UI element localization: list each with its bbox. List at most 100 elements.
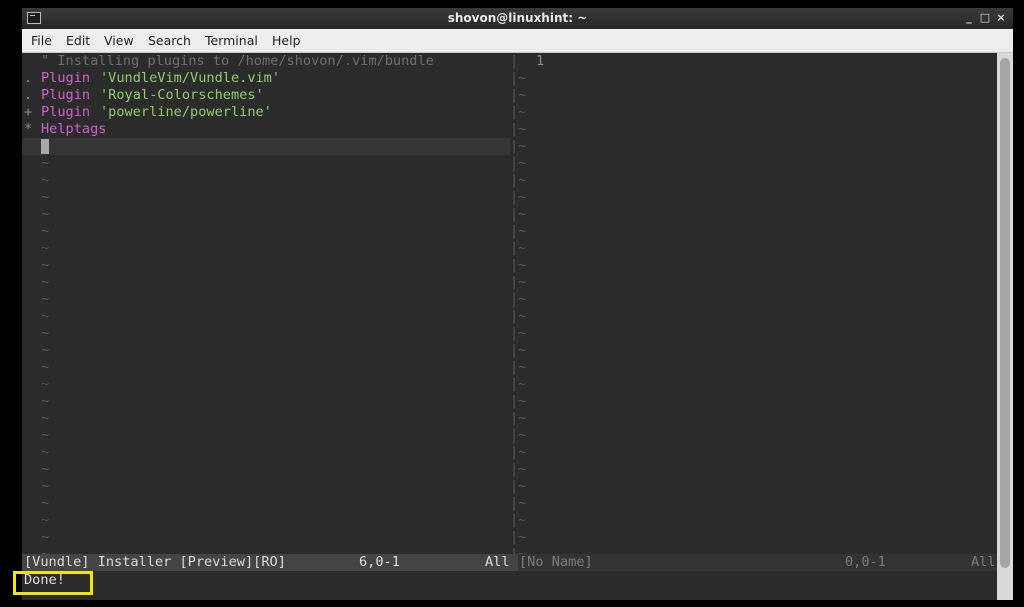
empty-line-tilde: ~ (41, 189, 50, 205)
empty-line-tilde: ~ (518, 308, 527, 324)
empty-line-tilde: ~ (41, 155, 50, 171)
empty-line-tilde: ~ (518, 461, 527, 477)
left-cursor-position: 6,0-1 (359, 554, 400, 570)
empty-line-tilde: ~ (41, 342, 50, 358)
separator-segment: | (510, 308, 519, 324)
minimize-button[interactable]: _ (963, 11, 975, 25)
maximize-button[interactable]: □ (979, 11, 991, 25)
empty-line-tilde: ~ (41, 461, 50, 477)
separator-segment: | (510, 410, 519, 426)
empty-line-tilde: ~ (518, 155, 527, 171)
empty-line-tilde: ~ (41, 427, 50, 443)
empty-line-tilde: ~ (41, 512, 50, 528)
helptags-row: * Helptags (22, 121, 106, 138)
separator-segment: | (510, 291, 519, 307)
menu-edit[interactable]: Edit (66, 33, 90, 48)
empty-line-tilde: ~ (41, 240, 50, 256)
separator-segment: | (510, 172, 519, 188)
empty-line-tilde: ~ (518, 138, 527, 154)
menu-view[interactable]: View (104, 33, 134, 48)
menu-file[interactable]: File (31, 33, 52, 48)
menu-bar: File Edit View Search Terminal Help (22, 29, 1013, 53)
empty-line-tilde: ~ (41, 206, 50, 222)
separator-segment: | (510, 495, 519, 511)
separator-segment: | (510, 87, 519, 103)
separator-segment: | (510, 376, 519, 392)
empty-line-tilde: ~ (41, 376, 50, 392)
plugin-row: . Plugin 'Royal-Colorschemes' (22, 87, 264, 104)
empty-line-tilde: ~ (518, 206, 527, 222)
empty-line-tilde: ~ (518, 87, 527, 103)
plugin-keyword: Plugin (41, 87, 91, 103)
empty-line-tilde: ~ (518, 189, 527, 205)
vertical-scrollbar[interactable] (997, 53, 1013, 600)
empty-line-tilde: ~ (518, 495, 527, 511)
right-scroll-indicator: All (971, 554, 996, 570)
separator-segment: | (510, 427, 519, 443)
empty-line-tilde: ~ (41, 359, 50, 375)
menu-help[interactable]: Help (272, 33, 301, 48)
menu-terminal[interactable]: Terminal (205, 33, 258, 48)
separator-segment: | (510, 529, 519, 545)
plugin-keyword: Plugin (41, 70, 91, 86)
empty-line-tilde: ~ (41, 308, 50, 324)
separator-segment: | (510, 189, 519, 205)
empty-line-tilde: ~ (41, 325, 50, 341)
separator-segment: | (510, 104, 519, 120)
separator-segment: | (510, 478, 519, 494)
plugin-status-marker: . (24, 70, 33, 86)
right-buffer-name: [No Name] (519, 554, 593, 570)
empty-line-tilde: ~ (41, 410, 50, 426)
bundle-header-row: " Installing plugins to /home/shovon/.vi… (22, 53, 434, 70)
separator-segment: | (510, 138, 519, 154)
empty-line-tilde: ~ (41, 223, 50, 239)
empty-line-tilde: ~ (518, 359, 527, 375)
close-button[interactable]: × (995, 11, 1007, 25)
left-status-bar: [Vundle] Installer [Preview][RO] 6,0-1 A… (22, 554, 518, 571)
cursor-line (22, 138, 510, 155)
empty-line-tilde: ~ (518, 478, 527, 494)
separator-segment: | (510, 223, 519, 239)
separator-segment: | (510, 257, 519, 273)
empty-line-tilde: ~ (41, 444, 50, 460)
plugin-row: . Plugin 'VundleVim/Vundle.vim' (22, 70, 280, 87)
separator-segment: | (510, 155, 519, 171)
separator-segment: | (510, 70, 519, 86)
plugin-status-marker: . (24, 87, 33, 103)
separator-segment: | (510, 393, 519, 409)
terminal-window: shovon@linuxhint: ~ _ □ × File Edit View… (22, 8, 1013, 600)
terminal-area[interactable]: " Installing plugins to /home/shovon/.vi… (22, 53, 997, 600)
right-cursor-position: 0,0-1 (845, 554, 886, 570)
empty-line-tilde: ~ (518, 121, 527, 137)
empty-line-tilde: ~ (41, 291, 50, 307)
empty-line-tilde: ~ (518, 444, 527, 460)
empty-line-tilde: ~ (518, 257, 527, 273)
scrollbar-thumb[interactable] (1000, 58, 1010, 568)
install-comment: " Installing plugins to /home/shovon/.vi… (41, 53, 434, 69)
separator-segment: | (510, 444, 519, 460)
empty-line-tilde: ~ (518, 393, 527, 409)
empty-line-tilde: ~ (41, 495, 50, 511)
empty-line-tilde: ~ (41, 478, 50, 494)
empty-line-tilde: ~ (41, 529, 50, 545)
empty-line-tilde: ~ (518, 274, 527, 290)
helptags-label: Helptags (41, 121, 107, 137)
plugin-status-marker: + (24, 104, 33, 120)
separator-segment: | (510, 461, 519, 477)
separator-segment: | (510, 325, 519, 341)
helptags-marker: * (24, 121, 33, 137)
plugin-name: 'Royal-Colorschemes' (100, 87, 264, 103)
empty-line-tilde: ~ (518, 427, 527, 443)
menu-search[interactable]: Search (148, 33, 191, 48)
empty-line-tilde: ~ (41, 274, 50, 290)
title-bar[interactable]: shovon@linuxhint: ~ _ □ × (22, 8, 1013, 29)
separator-segment: | (510, 240, 519, 256)
separator-segment: | (510, 359, 519, 375)
plugin-keyword: Plugin (41, 104, 91, 120)
left-scroll-indicator: All (485, 554, 510, 570)
empty-line-tilde: ~ (518, 172, 527, 188)
empty-line-tilde: ~ (41, 257, 50, 273)
empty-line-tilde: ~ (518, 512, 527, 528)
empty-line-tilde: ~ (518, 376, 527, 392)
empty-line-tilde: ~ (518, 223, 527, 239)
